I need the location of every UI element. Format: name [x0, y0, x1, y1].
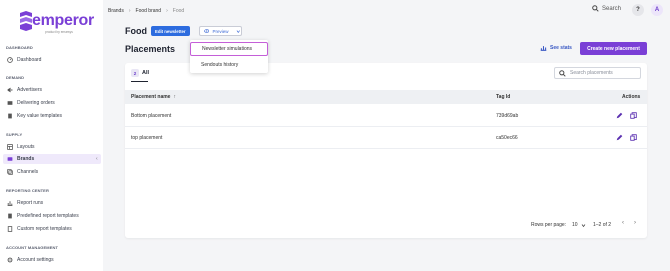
order-icon	[7, 100, 13, 106]
logo[interactable]: emperor product by emarsys	[18, 9, 94, 34]
template-icon	[7, 113, 13, 119]
dashboard-icon	[7, 57, 13, 63]
sidebar-item-dashboard[interactable]: Dashboard	[3, 55, 101, 65]
search-icon	[559, 69, 566, 77]
sort-ascending-icon: ↑	[173, 94, 176, 100]
menu-item-sendouts-history[interactable]: Sendouts history	[190, 58, 268, 72]
section-title-supply: SUPPLY	[6, 132, 23, 137]
rows-per-page-value: 10	[572, 222, 578, 228]
copy-icon[interactable]	[630, 112, 637, 119]
sidebar-item-label: Predefined report templates	[17, 213, 79, 219]
sidebar-item-label: Delivering orders	[17, 100, 55, 106]
table-row[interactable]: top placement ca50ec66	[125, 127, 647, 149]
sidebar-item-label: Account settings	[17, 257, 54, 263]
column-header-actions: Actions	[622, 94, 641, 100]
tab-label: All	[142, 70, 150, 76]
channel-icon	[7, 169, 13, 175]
sidebar-item-label: Custom report templates	[17, 226, 72, 232]
sidebar-item-label: Layouts	[17, 144, 35, 150]
tab-indicator	[131, 81, 148, 82]
edit-icon[interactable]	[616, 134, 623, 141]
help-button[interactable]: ?	[632, 4, 644, 16]
edit-icon[interactable]	[616, 112, 623, 119]
preview-dropdown-button[interactable]: Preview	[199, 26, 242, 36]
create-placement-button[interactable]: Create new placement	[580, 42, 647, 55]
chevron-down-icon	[237, 29, 241, 33]
rows-per-page-label: Rows per page:	[531, 222, 567, 228]
sidebar-item-account-settings[interactable]: Account settings	[3, 255, 101, 265]
tab-all[interactable]: 2 All	[131, 69, 149, 77]
pagination-range: 1–2 of 2	[593, 222, 612, 228]
sidebar-item-report-runs[interactable]: Report runs	[3, 198, 101, 208]
sidebar: emperor product by emarsys DASHBOARD Das…	[0, 0, 103, 271]
column-header-name[interactable]: Placement name ↑	[131, 90, 176, 104]
avatar[interactable]: A	[651, 4, 663, 16]
sidebar-item-layouts[interactable]: Layouts	[3, 142, 101, 152]
breadcrumb-separator: ›	[166, 8, 168, 14]
chart-icon	[7, 200, 13, 206]
global-search-label: Search	[602, 5, 622, 12]
breadcrumb-food-brand[interactable]: Food brand	[136, 8, 162, 14]
sidebar-item-predefined-report-templates[interactable]: Predefined report templates	[3, 211, 101, 221]
menu-item-newsletter-simulations[interactable]: Newsletter simulations	[190, 42, 268, 56]
brand-icon	[7, 156, 13, 162]
logo-text: emperor	[32, 12, 94, 29]
section-title-reporting: REPORTING CENTER	[6, 188, 49, 193]
collapse-sidebar-icon[interactable]: ‹	[96, 156, 98, 162]
placement-name-cell: top placement	[131, 135, 163, 141]
previous-page-icon[interactable]: ‹	[622, 220, 624, 226]
sidebar-item-label: Advertisers	[17, 87, 43, 93]
section-title-demand: DEMAND	[6, 75, 25, 80]
preview-dropdown-menu: Newsletter simulations Sendouts history	[190, 40, 268, 73]
logo-subtitle: product by emarsys	[45, 30, 73, 34]
sidebar-item-custom-report-templates[interactable]: Custom report templates	[3, 224, 101, 234]
rows-per-page-select[interactable]: 10	[572, 220, 586, 230]
section-title-dashboard: DASHBOARD	[6, 45, 33, 50]
next-page-icon[interactable]: ›	[634, 220, 636, 226]
sidebar-item-key-value-templates[interactable]: Key value templates	[3, 111, 101, 121]
stats-icon	[540, 46, 547, 51]
placement-name-cell: Bottom placement	[131, 113, 172, 119]
megaphone-icon	[7, 87, 13, 93]
table-row[interactable]: Bottom placement 739d69ab	[125, 105, 647, 127]
custom-report-icon	[7, 226, 13, 232]
tab-count-badge: 2	[131, 69, 139, 77]
placements-card: 2 All Placement name ↑ Tag Id Actions Bo…	[125, 63, 647, 238]
table-header: Placement name ↑ Tag Id Actions	[125, 90, 647, 104]
sidebar-item-label: Brands	[17, 156, 35, 162]
column-header-tag: Tag Id	[496, 94, 511, 100]
sidebar-item-delivering-orders[interactable]: Delivering orders	[3, 98, 101, 108]
breadcrumb-separator: ›	[128, 8, 131, 14]
section-title-account: ACCOUNT MANAGEMENT	[6, 245, 59, 250]
tag-id-cell: 739d69ab	[496, 113, 519, 119]
column-header-name-label: Placement name	[131, 94, 171, 100]
report-template-icon	[7, 213, 13, 219]
tag-id-cell: ca50ec66	[496, 135, 518, 141]
section-title-placements: Placements	[125, 44, 176, 54]
edit-newsletter-button[interactable]: Edit newsletter	[151, 26, 190, 36]
breadcrumb: Brands › Food brand › Food	[108, 8, 184, 14]
breadcrumb-brands[interactable]: Brands	[108, 8, 124, 14]
see-stats-button[interactable]: See stats	[540, 44, 572, 51]
sidebar-item-label: Report runs	[17, 200, 44, 206]
layout-icon	[7, 144, 13, 150]
sidebar-item-channels[interactable]: Channels	[3, 167, 101, 177]
sidebar-item-label: Key value templates	[17, 113, 63, 119]
search-icon	[592, 5, 599, 12]
sidebar-item-advertisers[interactable]: Advertisers	[3, 85, 101, 95]
page-title: Food	[125, 26, 147, 36]
settings-icon	[7, 257, 13, 263]
breadcrumb-current: Food	[172, 8, 185, 14]
copy-icon[interactable]	[630, 134, 637, 141]
placements-search-input[interactable]	[570, 70, 640, 76]
preview-label: Preview	[212, 28, 229, 34]
sidebar-item-label: Dashboard	[17, 57, 42, 63]
see-stats-label: See stats	[550, 44, 572, 51]
chevron-down-icon	[581, 223, 585, 227]
sidebar-item-label: Channels	[17, 169, 39, 175]
eye-icon	[204, 29, 210, 33]
sidebar-item-brands[interactable]: Brands	[3, 154, 101, 164]
global-search[interactable]: Search	[592, 5, 621, 12]
placements-search[interactable]	[554, 67, 641, 79]
